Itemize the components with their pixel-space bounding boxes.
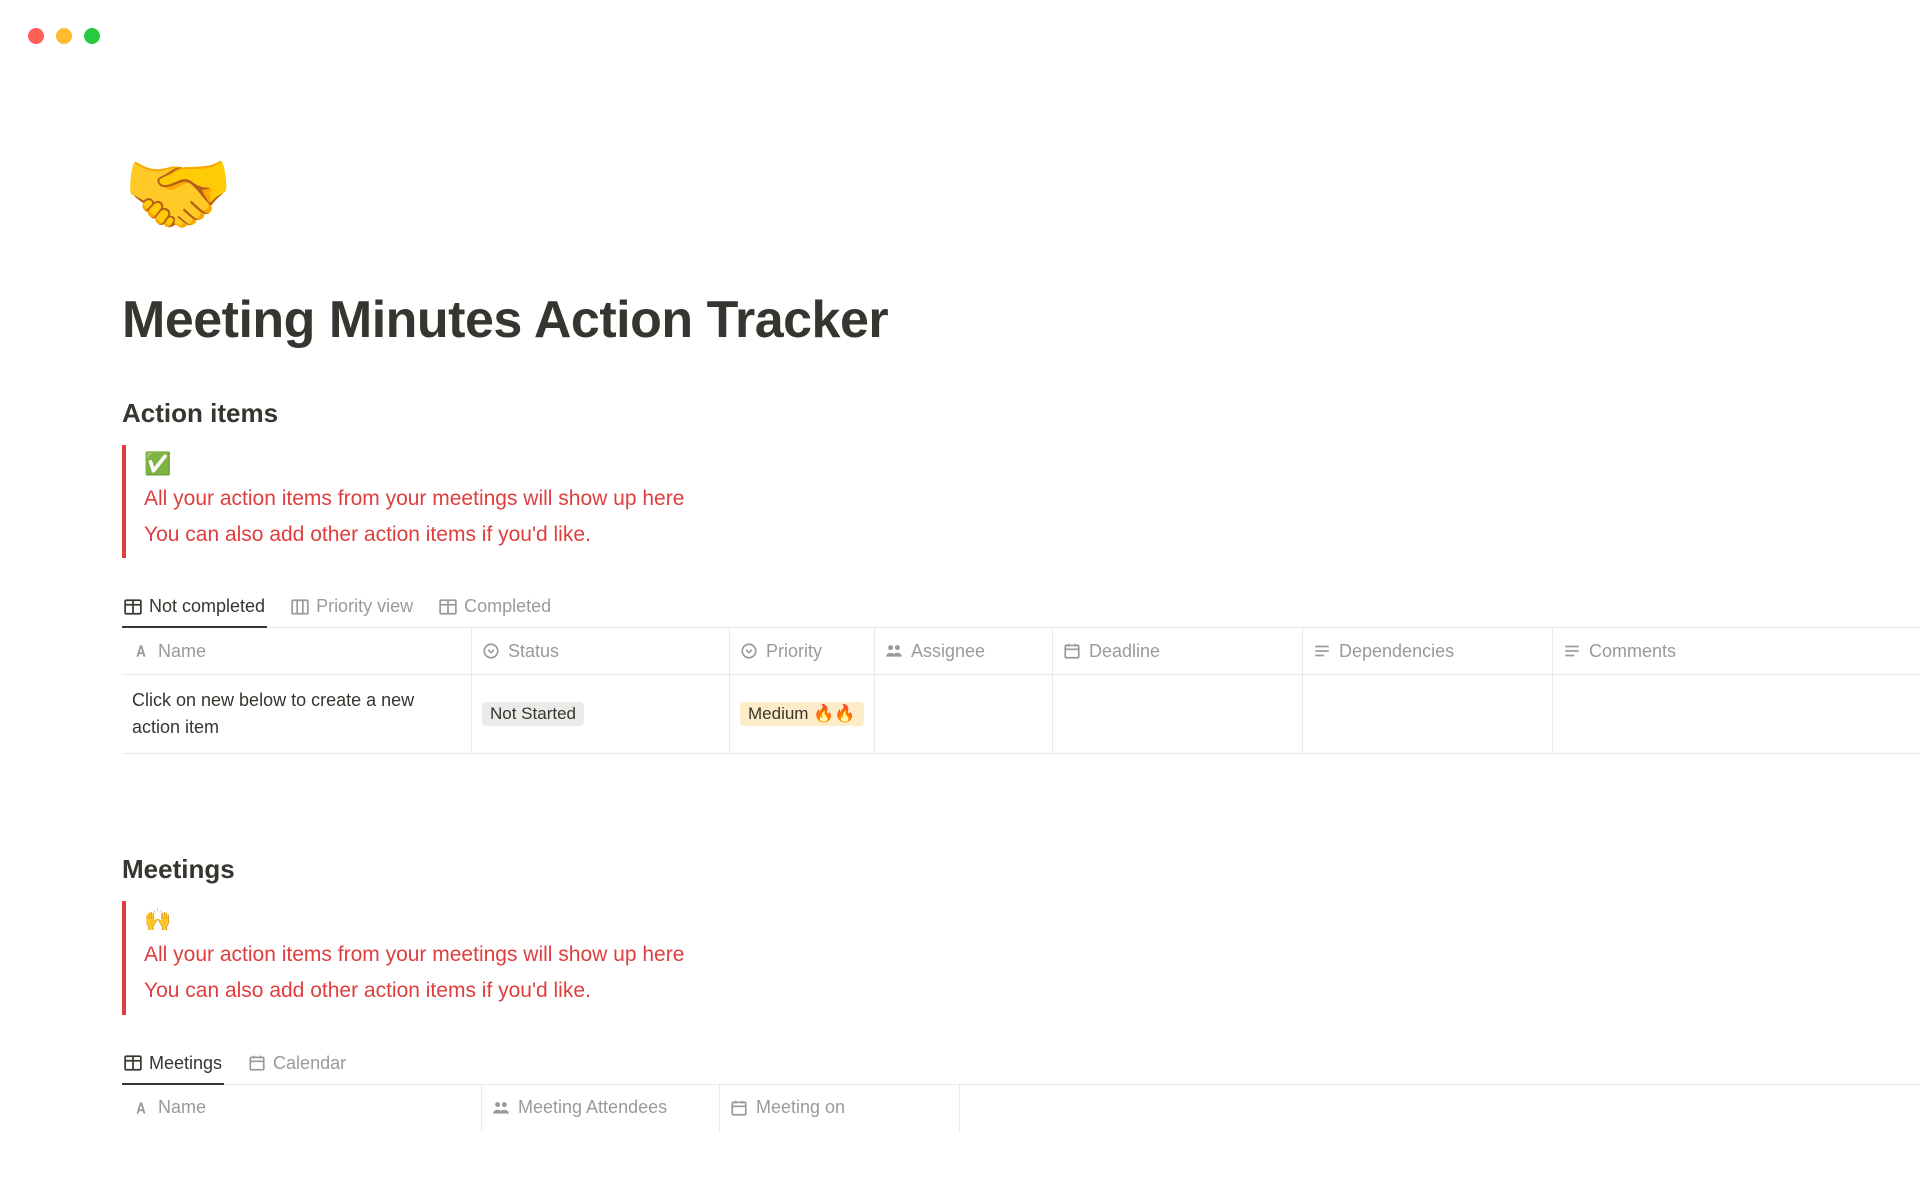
column-label: Deadline <box>1089 641 1160 662</box>
action-items-table: Name Status Priority Assignee <box>122 628 1920 754</box>
checkmark-icon: ✅ <box>144 451 1920 477</box>
lines-icon <box>1313 642 1331 660</box>
tab-completed[interactable]: Completed <box>437 588 553 627</box>
person-icon <box>885 642 903 660</box>
priority-tag: Medium 🔥🔥 <box>740 702 864 726</box>
action-items-heading[interactable]: Action items <box>122 398 1920 429</box>
tab-meetings[interactable]: Meetings <box>122 1045 224 1084</box>
window-traffic-lights <box>28 28 100 44</box>
table-icon <box>124 1054 142 1072</box>
tab-label: Completed <box>464 596 551 617</box>
status-tag: Not Started <box>482 702 584 726</box>
column-header-meeting-on[interactable]: Meeting on <box>720 1085 960 1131</box>
person-icon <box>492 1099 510 1117</box>
raised-hands-icon: 🙌 <box>144 907 1920 933</box>
column-header-name[interactable]: Name <box>122 628 472 674</box>
column-label: Meeting Attendees <box>518 1097 667 1118</box>
tab-calendar[interactable]: Calendar <box>246 1045 348 1084</box>
maximize-window-button[interactable] <box>84 28 100 44</box>
callout-line: You can also add other action items if y… <box>144 517 1920 553</box>
tab-not-completed[interactable]: Not completed <box>122 588 267 627</box>
column-header-attendees[interactable]: Meeting Attendees <box>482 1085 720 1131</box>
column-label: Priority <box>766 641 822 662</box>
column-label: Dependencies <box>1339 641 1454 662</box>
minimize-window-button[interactable] <box>56 28 72 44</box>
cell-name[interactable]: Click on new below to create a new actio… <box>122 675 472 753</box>
close-window-button[interactable] <box>28 28 44 44</box>
page-title[interactable]: Meeting Minutes Action Tracker <box>122 290 1920 350</box>
tab-label: Calendar <box>273 1053 346 1074</box>
tab-priority-view[interactable]: Priority view <box>289 588 415 627</box>
table-row[interactable]: Click on new below to create a new actio… <box>122 675 1920 753</box>
column-label: Status <box>508 641 559 662</box>
callout-line: All your action items from your meetings… <box>144 937 1920 973</box>
calendar-icon <box>1063 642 1081 660</box>
page-content: 🤝 Meeting Minutes Action Tracker Action … <box>0 0 1920 1131</box>
cell-dependencies[interactable] <box>1303 675 1553 753</box>
board-icon <box>291 598 309 616</box>
cell-deadline[interactable] <box>1053 675 1303 753</box>
column-label: Name <box>158 1097 206 1118</box>
text-icon <box>132 642 150 660</box>
meetings-heading[interactable]: Meetings <box>122 854 1920 885</box>
column-label: Name <box>158 641 206 662</box>
select-icon <box>482 642 500 660</box>
column-header-status[interactable]: Status <box>472 628 730 674</box>
column-header-assignee[interactable]: Assignee <box>875 628 1053 674</box>
table-header-row: Name Status Priority Assignee <box>122 628 1920 675</box>
column-header-priority[interactable]: Priority <box>730 628 875 674</box>
tab-label: Not completed <box>149 596 265 617</box>
cell-comments[interactable] <box>1553 675 1823 753</box>
tab-label: Priority view <box>316 596 413 617</box>
calendar-icon <box>248 1054 266 1072</box>
table-icon <box>124 598 142 616</box>
meetings-tabs: Meetings Calendar <box>122 1045 1920 1085</box>
tab-label: Meetings <box>149 1053 222 1074</box>
callout-line: All your action items from your meetings… <box>144 481 1920 517</box>
cell-status[interactable]: Not Started <box>472 675 730 753</box>
table-header-row: Name Meeting Attendees Meeting on <box>122 1085 1920 1131</box>
cell-priority[interactable]: Medium 🔥🔥 <box>730 675 875 753</box>
column-header-name[interactable]: Name <box>122 1085 482 1131</box>
calendar-icon <box>730 1099 748 1117</box>
action-items-tabs: Not completed Priority view Completed <box>122 588 1920 628</box>
text-icon <box>132 1099 150 1117</box>
column-header-comments[interactable]: Comments <box>1553 628 1823 674</box>
page-icon[interactable]: 🤝 <box>122 150 1920 240</box>
column-header-dependencies[interactable]: Dependencies <box>1303 628 1553 674</box>
cell-assignee[interactable] <box>875 675 1053 753</box>
meetings-table: Name Meeting Attendees Meeting on <box>122 1085 1920 1131</box>
table-icon <box>439 598 457 616</box>
callout-line: You can also add other action items if y… <box>144 973 1920 1009</box>
column-label: Meeting on <box>756 1097 845 1118</box>
meetings-callout[interactable]: 🙌 All your action items from your meetin… <box>122 901 1920 1014</box>
column-label: Comments <box>1589 641 1676 662</box>
select-icon <box>740 642 758 660</box>
column-label: Assignee <box>911 641 985 662</box>
action-items-callout[interactable]: ✅ All your action items from your meetin… <box>122 445 1920 558</box>
lines-icon <box>1563 642 1581 660</box>
column-header-deadline[interactable]: Deadline <box>1053 628 1303 674</box>
